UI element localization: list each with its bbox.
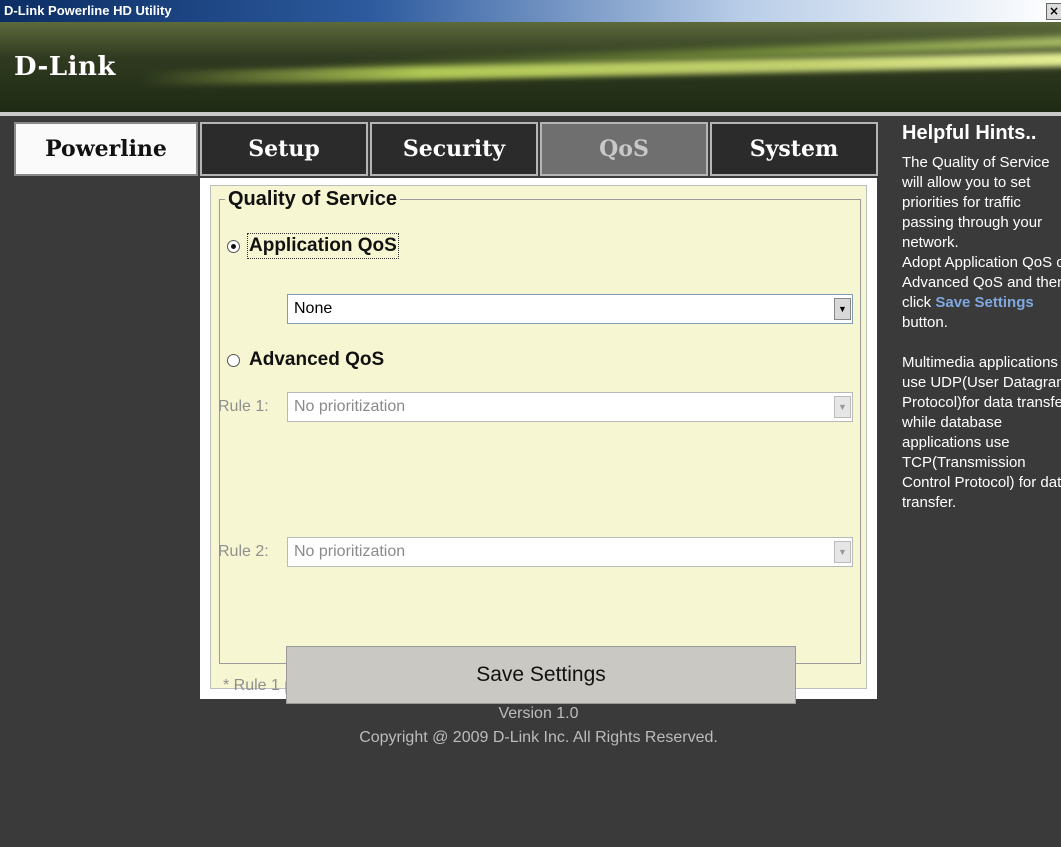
dropdown-arrow-icon[interactable]: ▼ <box>834 396 851 418</box>
header-divider <box>0 112 1061 116</box>
qos-fieldset: Quality of Service <box>219 188 861 664</box>
section-title: Quality of Service <box>228 188 397 210</box>
footer: Version 1.0 Copyright @ 2009 D-Link Inc.… <box>200 702 877 750</box>
advanced-qos-radio[interactable] <box>227 353 240 367</box>
tab-security[interactable]: Security <box>370 122 538 176</box>
application-qos-option[interactable]: Application QoS <box>227 233 399 259</box>
tab-system[interactable]: System <box>710 122 878 176</box>
application-qos-select[interactable]: None ▼ <box>287 294 853 324</box>
dropdown-arrow-icon[interactable]: ▼ <box>834 298 851 320</box>
brand-header: D-Link <box>0 22 1061 112</box>
application-qos-radio[interactable] <box>227 239 240 253</box>
hints-para2-after: button. <box>902 314 948 331</box>
window-title: D-Link Powerline HD Utility <box>4 3 172 18</box>
hints-para1: The Quality of Service will allow you to… <box>902 154 1050 251</box>
rule2-label: Rule 2: <box>218 543 269 560</box>
hints-save-settings: Save Settings <box>935 294 1034 311</box>
tab-setup[interactable]: Setup <box>200 122 368 176</box>
rule1-label: Rule 1: <box>218 398 269 415</box>
save-settings-button[interactable]: Save Settings <box>286 646 796 704</box>
content-panel: Quality of Service Application QoS None … <box>200 178 877 704</box>
rule2-select-value: No prioritization <box>294 543 406 560</box>
version-text: Version 1.0 <box>498 705 579 722</box>
helpful-hints: Helpful Hints.. The Quality of Service w… <box>902 122 1061 513</box>
hints-para2: Adopt Application QoS or Advanced QoS an… <box>902 253 1061 333</box>
advanced-qos-label[interactable]: Advanced QoS <box>249 349 384 371</box>
copyright-text: Copyright @ 2009 D-Link Inc. All Rights … <box>359 729 718 746</box>
hints-para3: Multimedia applications use UDP(User Dat… <box>902 354 1061 511</box>
application-qos-label[interactable]: Application QoS <box>247 233 399 259</box>
rule1-select[interactable]: No prioritization ▼ <box>287 392 853 422</box>
close-icon[interactable]: × <box>1046 3 1061 20</box>
rule1-select-value: No prioritization <box>294 398 406 415</box>
hints-title: Helpful Hints.. <box>902 122 1037 144</box>
dlink-logo: D-Link <box>14 52 116 82</box>
advanced-qos-option[interactable]: Advanced QoS <box>227 349 384 371</box>
dropdown-arrow-icon[interactable]: ▼ <box>834 541 851 563</box>
title-bar: D-Link Powerline HD Utility × <box>0 0 1061 22</box>
application-qos-select-value: None <box>294 300 333 317</box>
qos-box: Quality of Service Application QoS None … <box>210 185 867 694</box>
tab-powerline[interactable]: Powerline <box>14 122 198 176</box>
rule2-select[interactable]: No prioritization ▼ <box>287 537 853 567</box>
tab-qos[interactable]: QoS <box>540 122 708 176</box>
